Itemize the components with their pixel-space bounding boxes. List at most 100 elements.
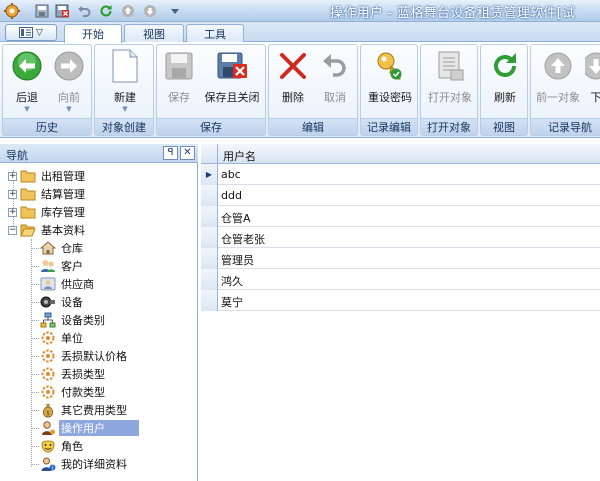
username-cell[interactable]: 鸿久 [221,273,243,289]
nav-item-supplier[interactable]: 供应商 [40,275,96,293]
expand-icon[interactable]: + [8,171,17,181]
tree-connector [31,374,39,375]
nav-item-loss-type[interactable]: 丢损类型 [40,365,107,383]
app-menu-button[interactable]: ▽ [5,24,57,41]
delete-label: 删除 [282,91,304,104]
cancel-label: 取消 [324,91,346,104]
group-open-object: 打开对象 打开对象 [420,44,478,136]
username-cell[interactable]: 管理员 [221,252,254,268]
nav-item-my-details[interactable]: i 我的详细资料 [40,455,129,473]
nav-item-label: 付款类型 [61,386,105,399]
save-and-close-button[interactable]: 保存且关闭 [201,49,263,117]
tree-connector [31,428,39,429]
refresh-button[interactable]: 刷新 [485,49,525,117]
username-cell[interactable]: ddd [221,189,242,202]
table-row[interactable]: 仓管老张 [201,227,600,248]
row-indicator [201,290,218,311]
close-icon[interactable]: ✕ [180,146,195,160]
nav-item-rental[interactable]: + 出租管理 [8,167,87,185]
save-button[interactable]: 保存 [161,49,197,117]
table-row[interactable]: ddd [201,185,600,206]
navigation-title: 导航 [6,149,28,162]
expand-icon[interactable]: + [8,207,17,217]
nav-item-operator-user[interactable]: 操作用户 [40,419,139,437]
nav-item-label: 操作用户 [59,420,139,436]
cancel-button[interactable]: 取消 [317,49,353,117]
money-bag-icon: $ [40,402,56,418]
nav-item-label: 设备 [61,296,83,309]
user-icon [40,420,56,436]
nav-item-label: 库存管理 [41,206,85,219]
open-object-label: 打开对象 [428,91,472,104]
new-button[interactable]: 新建 ▼ [103,49,147,117]
nav-item-label: 结算管理 [41,188,85,201]
table-row[interactable]: 管理员 [201,248,600,269]
username-cell[interactable]: 仓管A [221,210,251,226]
unit-icon [40,330,56,346]
tab-start[interactable]: 开始 [64,24,122,43]
collapse-icon[interactable]: − [8,225,17,235]
open-object-button[interactable]: 打开对象 [424,49,476,117]
delete-button[interactable]: 删除 [275,49,311,117]
open-object-icon [433,49,467,83]
group-label: 历史 [3,118,91,135]
nav-item-unit[interactable]: 单位 [40,329,85,347]
nav-item-payment-type[interactable]: 付款类型 [40,383,107,401]
nav-item-role[interactable]: 角色 [40,437,85,455]
undo-icon[interactable] [76,1,92,21]
nav-item-warehouse[interactable]: 仓库 [40,239,85,257]
username-cell[interactable]: 莫宁 [221,294,243,310]
group-label: 打开对象 [421,118,477,135]
table-row[interactable]: 莫宁 [201,290,600,311]
nav-item-settlement[interactable]: + 结算管理 [8,185,87,203]
window-title: 操作用户 - 蓝格舞台设备租赁管理软件[试 [330,6,576,21]
down-icon[interactable] [142,1,158,21]
column-header-username[interactable]: 用户名 [223,148,256,164]
tree-connector [31,356,39,357]
table-row[interactable]: 仓管A [201,206,600,227]
next-object-button[interactable]: 下 [585,49,600,117]
up-icon[interactable] [120,1,136,21]
tab-view[interactable]: 视图 [124,24,184,42]
customize-icon[interactable] [168,1,182,21]
tree-connector [31,302,39,303]
previous-object-button[interactable]: 前一对象 [533,49,583,117]
nav-item-equipment-category[interactable]: 设备类别 [40,311,107,329]
reset-password-button[interactable]: 重设密码 [364,49,416,117]
group-edit: 删除 取消 编辑 [268,44,358,136]
forward-button[interactable]: 向前 ▼ [49,49,89,117]
ribbon-tab-strip: ▽ 开始 视图 工具 [0,22,600,43]
row-indicator [201,227,218,248]
tab-tools[interactable]: 工具 [186,24,244,42]
save-close-icon[interactable] [54,1,70,21]
nav-item-equipment[interactable]: 设备 [40,293,85,311]
nav-item-inventory[interactable]: + 库存管理 [8,203,87,221]
refresh-icon[interactable] [98,1,114,21]
username-cell[interactable]: 仓管老张 [221,231,265,247]
group-record-navigation: 前一对象 下 记录导航 [530,44,600,136]
forward-arrow-icon [52,49,86,83]
nav-item-basic-data[interactable]: − 基本资料 [8,221,87,239]
back-button[interactable]: 后退 ▼ [7,49,47,117]
title-bar: 操作用户 - 蓝格舞台设备租赁管理软件[试 [0,0,600,22]
group-history: 后退 ▼ 向前 ▼ 历史 [2,44,92,136]
save-and-close-label: 保存且关闭 [204,91,260,104]
ribbon: 后退 ▼ 向前 ▼ 历史 新建 ▼ 对象创建 保存 保存且关闭 保存 删除 取消… [0,42,600,138]
nav-item-label: 仓库 [61,242,83,255]
nav-item-other-fee-type[interactable]: $ 其它费用类型 [40,401,129,419]
table-row[interactable]: ▶ abc [201,164,600,185]
folder-icon [20,186,36,202]
refresh-icon [488,49,522,83]
tree-connector [31,446,39,447]
expand-icon[interactable]: + [8,189,17,199]
nav-item-loss-default-price[interactable]: 丢损默认价格 [40,347,129,365]
tree-connector [31,464,39,465]
group-label: 编辑 [269,118,357,135]
pin-icon[interactable]: ꟼ [163,146,178,160]
nav-item-customer[interactable]: 客户 [40,257,85,275]
username-cell[interactable]: abc [221,168,241,181]
save-icon[interactable] [34,1,50,21]
app-gear-icon[interactable] [2,1,22,21]
table-row[interactable]: 鸿久 [201,269,600,290]
row-indicator [201,269,218,290]
